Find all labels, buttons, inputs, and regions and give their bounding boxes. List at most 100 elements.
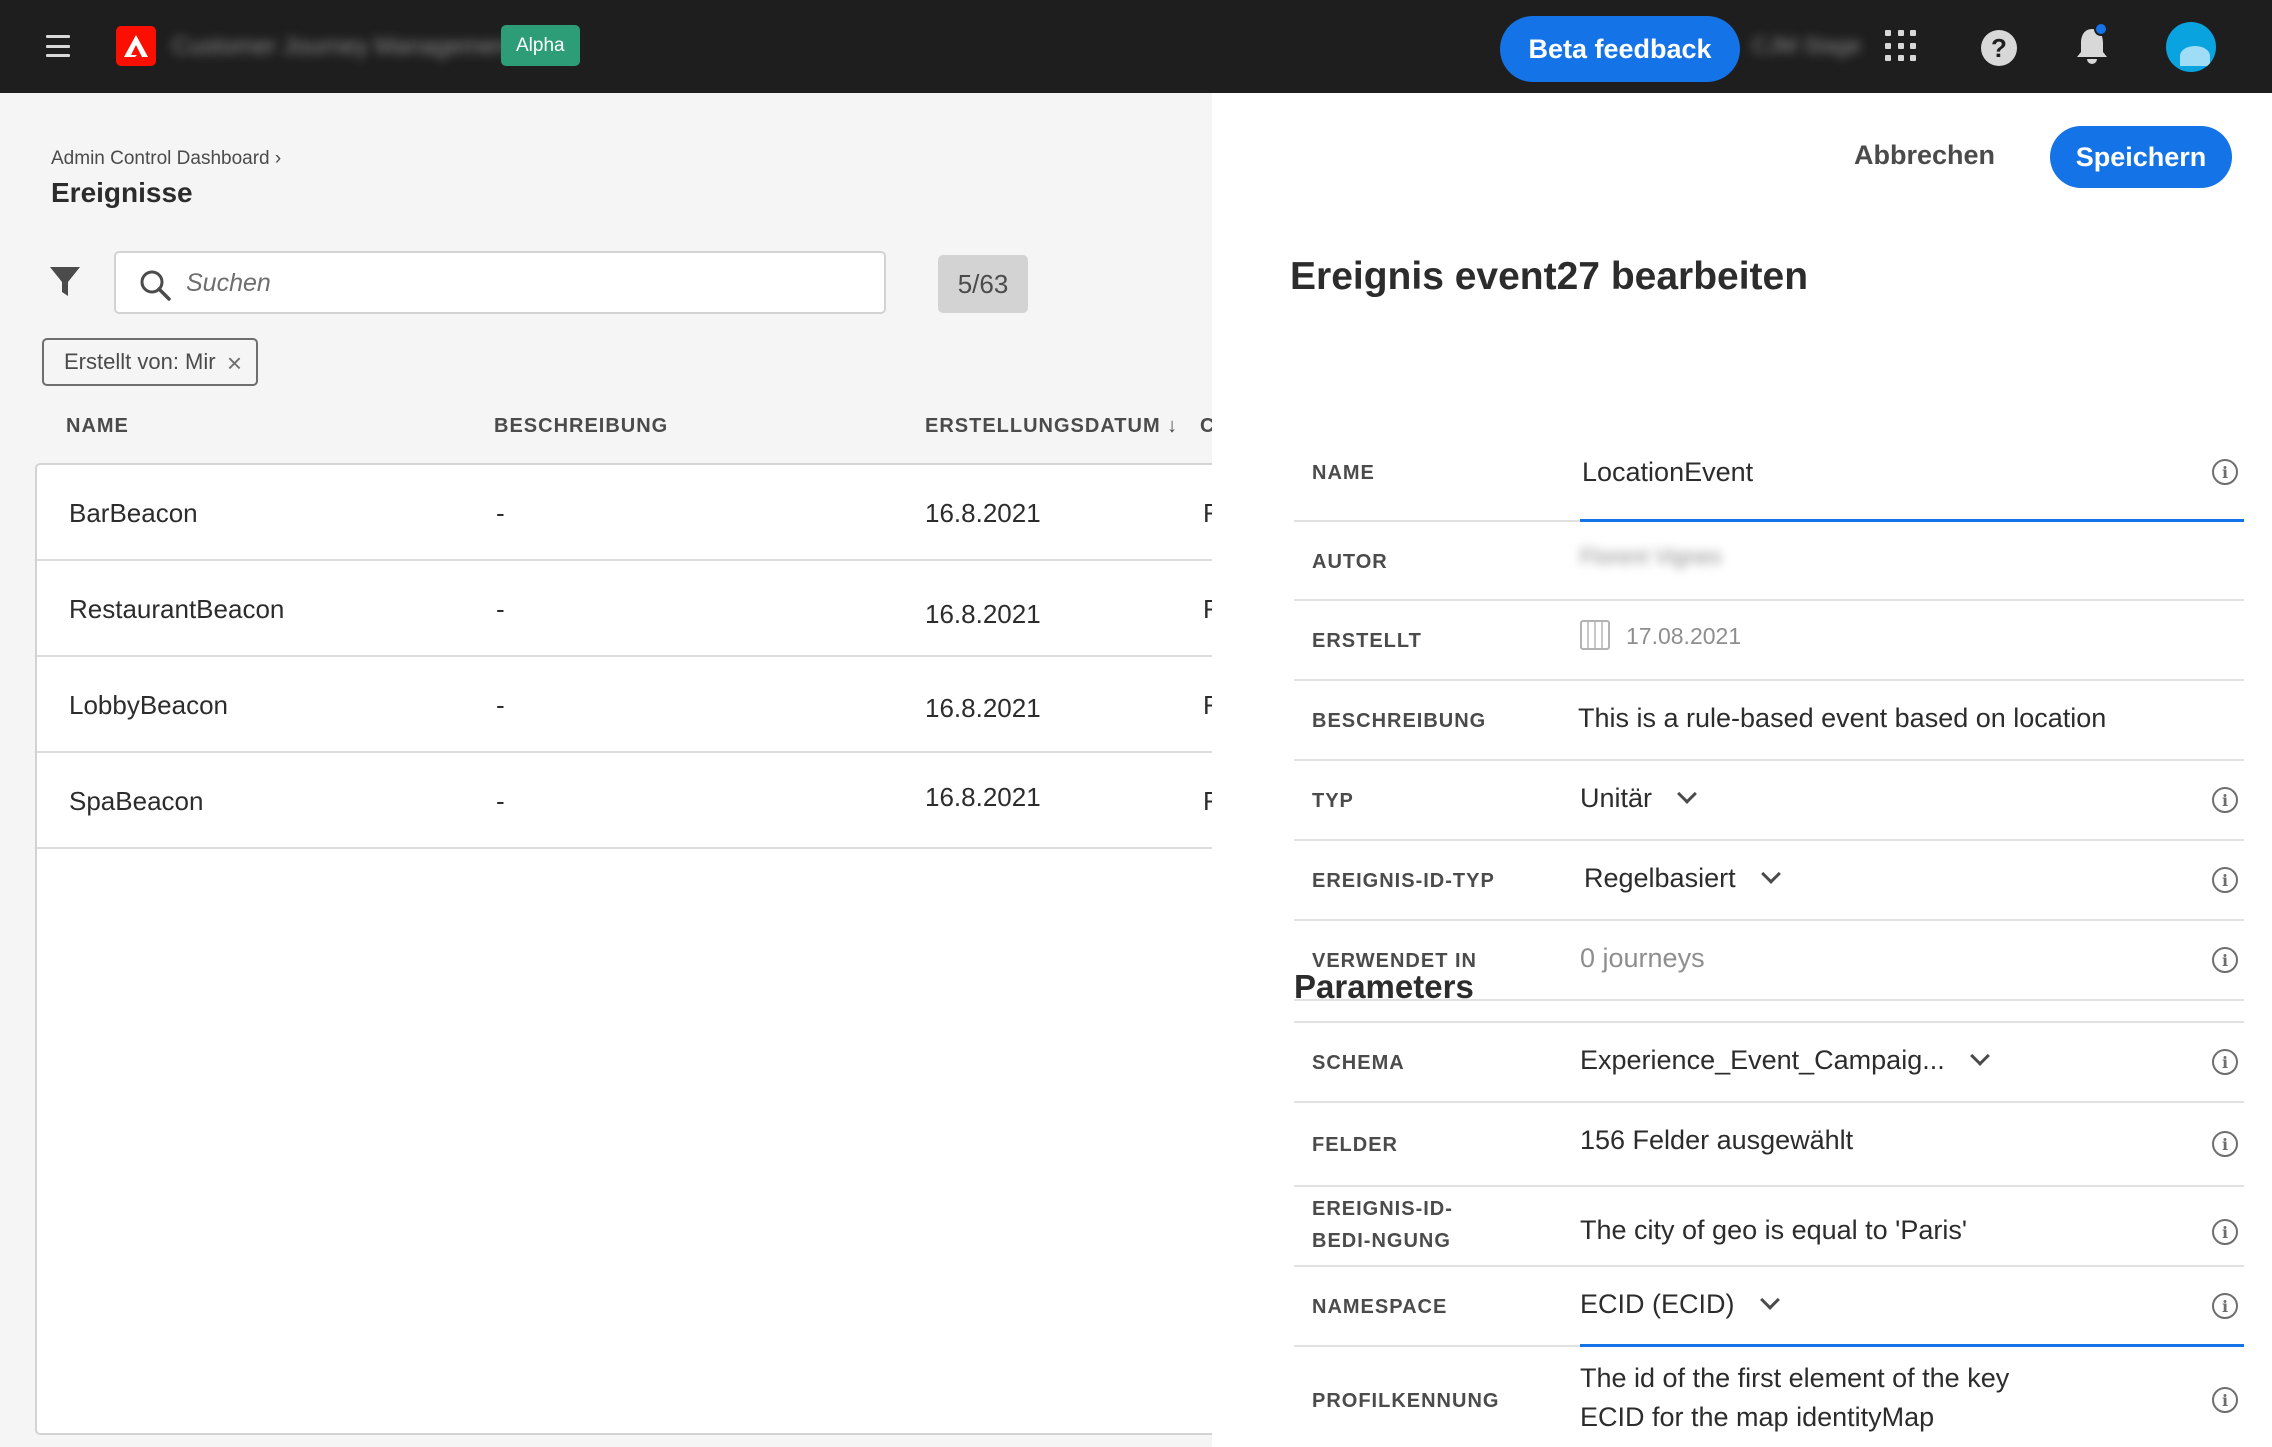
field-row-author: AUTOR Florent Vignes <box>1294 522 2244 601</box>
created-value: 17.08.2021 <box>1580 620 1742 653</box>
name-input[interactable]: LocationEvent <box>1582 457 1753 488</box>
cancel-button[interactable]: Abbrechen <box>1854 133 1995 177</box>
info-icon[interactable]: i <box>2212 1293 2238 1319</box>
apps-grid-icon[interactable] <box>1885 30 1917 62</box>
field-row-created: ERSTELLT 17.08.2021 <box>1294 601 2244 681</box>
row-date: 16.8.2021 <box>925 599 1041 629</box>
field-label: FELDER <box>1312 1134 1398 1156</box>
filter-icon[interactable] <box>49 264 81 300</box>
row-date: 16.8.2021 <box>925 782 1041 812</box>
search-input[interactable] <box>186 261 866 305</box>
edit-title: Ereignis event27 bearbeiten <box>1290 255 1809 298</box>
notification-dot <box>2094 22 2108 36</box>
events-table: BarBeacon - 16.8.2021 F RestaurantBeacon… <box>35 463 1219 1435</box>
row-date: 16.8.2021 <box>925 498 1041 528</box>
id-condition-value[interactable]: The city of geo is equal to 'Paris' <box>1580 1215 1967 1246</box>
row-description: - <box>496 594 505 624</box>
chevron-down-icon <box>1760 864 1781 884</box>
filter-tag-created-by[interactable]: Erstellt von: Mir × <box>42 338 258 386</box>
param-row-id-condition: EREIGNIS-ID-BEDI-NGUNG The city of geo i… <box>1294 1187 2244 1267</box>
type-selected: Unitär <box>1580 783 1653 813</box>
adobe-logo-icon[interactable] <box>116 26 156 66</box>
events-list-panel: Admin Control Dashboard › Ereignisse 5/6… <box>0 93 1219 1447</box>
org-switcher[interactable]: CJM Stage <box>1752 33 1861 59</box>
info-icon[interactable]: i <box>2212 947 2238 973</box>
fields-selector[interactable]: 156 Felder ausgewählt <box>1580 1125 1853 1156</box>
row-date: 16.8.2021 <box>925 693 1041 723</box>
field-label: NAMESPACE <box>1312 1296 1448 1318</box>
beta-feedback-button[interactable]: Beta feedback <box>1500 16 1740 82</box>
schema-dropdown[interactable]: Experience_Event_Campaig... <box>1580 1045 1990 1076</box>
row-description: - <box>496 690 505 720</box>
created-date: 17.08.2021 <box>1626 623 1742 650</box>
used-in-link[interactable]: 0 journeys <box>1580 943 1705 974</box>
info-icon[interactable]: i <box>2212 787 2238 813</box>
calendar-icon <box>1580 620 1610 650</box>
field-row-description: BESCHREIBUNG This is a rule-based event … <box>1294 681 2244 761</box>
search-field[interactable] <box>114 251 886 314</box>
profile-id-line2[interactable]: ECID for the map identityMap <box>1580 1402 1934 1433</box>
field-row-id-type: EREIGNIS-ID-TYP Regelbasiert i <box>1294 841 2244 921</box>
chevron-down-icon <box>1969 1046 1990 1066</box>
hamburger-menu-icon[interactable] <box>46 35 70 57</box>
help-icon[interactable]: ? <box>1981 30 2017 66</box>
row-name: RestaurantBeacon <box>69 594 285 624</box>
field-label: PROFILKENNUNG <box>1312 1390 1500 1412</box>
search-icon <box>140 270 171 301</box>
row-description: - <box>496 786 505 816</box>
close-icon[interactable]: × <box>227 348 242 379</box>
table-row[interactable]: SpaBeacon - 16.8.2021 F <box>37 753 1219 849</box>
param-row-fields: FELDER 156 Felder ausgewählt i <box>1294 1103 2244 1187</box>
field-label: TYP <box>1312 790 1354 812</box>
top-navigation-bar: Customer Journey Management Alpha Beta f… <box>0 0 2272 93</box>
row-description: - <box>496 498 505 528</box>
field-label: NAME <box>1312 462 1375 484</box>
save-button[interactable]: Speichern <box>2050 126 2232 188</box>
namespace-selected: ECID (ECID) <box>1580 1289 1735 1319</box>
param-row-schema: SCHEMA Experience_Event_Campaig... i <box>1294 1023 2244 1103</box>
field-label: EREIGNIS-ID-BEDI-NGUNG <box>1312 1198 1453 1252</box>
chevron-down-icon <box>1759 1290 1780 1310</box>
table-row[interactable]: RestaurantBeacon - 16.8.2021 F <box>37 561 1219 657</box>
type-dropdown[interactable]: Unitär <box>1580 783 1697 814</box>
description-input[interactable]: This is a rule-based event based on loca… <box>1578 703 2106 734</box>
column-header-description[interactable]: BESCHREIBUNG <box>494 415 668 438</box>
field-label: SCHEMA <box>1312 1052 1405 1074</box>
info-icon[interactable]: i <box>2212 1387 2238 1413</box>
row-name: SpaBeacon <box>69 786 204 816</box>
param-row-namespace: NAMESPACE ECID (ECID) i <box>1294 1267 2244 1347</box>
alpha-badge: Alpha <box>501 25 580 66</box>
profile-id-line1[interactable]: The id of the first element of the key <box>1580 1363 2009 1394</box>
result-count-badge: 5/63 <box>938 255 1028 313</box>
page-title: Ereignisse <box>51 177 193 208</box>
field-label: BESCHREIBUNG <box>1312 710 1487 732</box>
parameters-heading: Parameters <box>1294 968 1474 1005</box>
edit-event-panel: Abbrechen Speichern Ereignis event27 bea… <box>1212 93 2272 1447</box>
id-type-dropdown[interactable]: Regelbasiert <box>1584 863 1781 894</box>
table-row[interactable]: LobbyBeacon - 16.8.2021 F <box>37 657 1219 753</box>
author-value: Florent Vignes <box>1580 544 1722 569</box>
field-row-type: TYP Unitär i <box>1294 761 2244 841</box>
param-row-profile-id: PROFILKENNUNG The id of the first elemen… <box>1294 1347 2244 1447</box>
column-header-created-date[interactable]: ERSTELLUNGSDATUM ↓ <box>925 415 1178 438</box>
info-icon[interactable]: i <box>2212 459 2238 485</box>
field-label: EREIGNIS-ID-TYP <box>1312 870 1495 892</box>
schema-selected: Experience_Event_Campaig... <box>1580 1045 1945 1075</box>
field-label: AUTOR <box>1312 551 1388 573</box>
column-header-name[interactable]: NAME <box>66 415 129 438</box>
row-name: LobbyBeacon <box>69 690 229 720</box>
info-icon[interactable]: i <box>2212 1049 2238 1075</box>
chevron-down-icon <box>1677 784 1697 804</box>
row-name: BarBeacon <box>69 498 198 528</box>
namespace-dropdown[interactable]: ECID (ECID) <box>1580 1289 1780 1320</box>
field-label: ERSTELLT <box>1312 630 1422 652</box>
filter-tag-label: Erstellt von: Mir <box>64 349 216 374</box>
avatar[interactable] <box>2166 22 2216 72</box>
id-type-selected: Regelbasiert <box>1584 863 1736 893</box>
breadcrumb[interactable]: Admin Control Dashboard › <box>51 148 281 170</box>
info-icon[interactable]: i <box>2212 867 2238 893</box>
info-icon[interactable]: i <box>2212 1219 2238 1245</box>
app-name: Customer Journey Management <box>172 33 515 60</box>
info-icon[interactable]: i <box>2212 1131 2238 1157</box>
table-row[interactable]: BarBeacon - 16.8.2021 F <box>37 465 1219 561</box>
